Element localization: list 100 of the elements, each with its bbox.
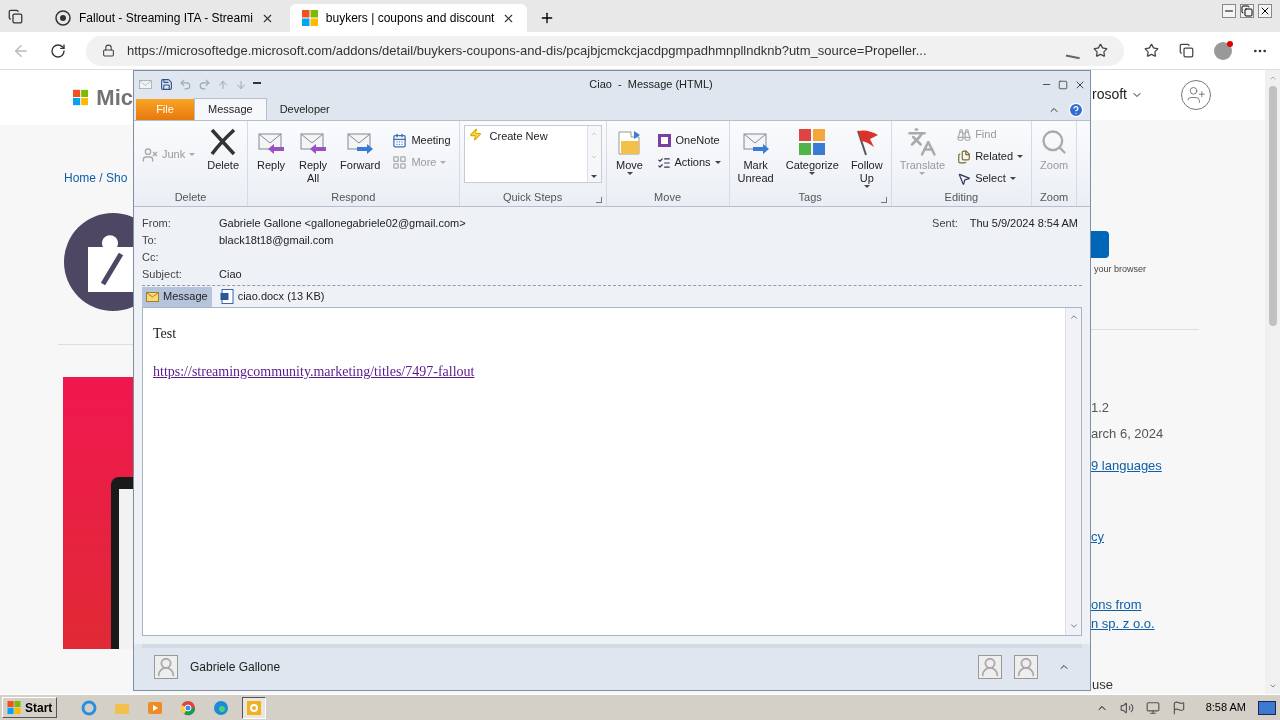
- ribbon-button[interactable]: Mark Unread: [733, 125, 778, 185]
- group-label: Editing: [944, 190, 979, 206]
- avatar-icon[interactable]: [978, 655, 1002, 679]
- body-text: Test: [153, 325, 178, 343]
- caret-icon: [863, 185, 870, 188]
- collections-icon[interactable]: [1179, 43, 1194, 58]
- launcher-icon[interactable]: [595, 197, 602, 203]
- ribbon-button[interactable]: Categorize: [781, 125, 843, 175]
- ribbon-button[interactable]: Meeting: [388, 131, 455, 150]
- group-label: Delete: [174, 190, 207, 206]
- ribbon-button[interactable]: Delete: [203, 125, 244, 172]
- lock-icon: [102, 44, 115, 57]
- ribbon-tab[interactable]: Developer: [266, 98, 343, 120]
- restore-icon[interactable]: [1240, 4, 1254, 18]
- ribbon-button[interactable]: OneNote: [652, 131, 725, 150]
- ribbon-button[interactable]: Related: [953, 147, 1028, 166]
- envelope-icon: [146, 291, 159, 302]
- minimize-icon[interactable]: [1222, 4, 1236, 18]
- field-value: Thu 5/9/2024 8:54 AM: [969, 216, 1078, 232]
- speaker-icon[interactable]: [1119, 700, 1134, 715]
- scroll-down-icon[interactable]: [1068, 621, 1079, 631]
- ribbon-button[interactable]: Follow Up: [846, 125, 887, 188]
- media-player-icon: [147, 699, 164, 716]
- field-label: Cc:: [142, 250, 160, 266]
- caret-icon: [189, 153, 196, 156]
- translate-icon: [907, 127, 938, 157]
- maximize-icon[interactable]: [1058, 79, 1068, 90]
- group-label: Respond: [331, 190, 376, 206]
- browser-tab[interactable]: Fallout - Streaming ITA - Streami: [43, 4, 286, 32]
- ribbon-button[interactable]: Reply All: [294, 125, 333, 185]
- ribbon-button[interactable]: Actions: [652, 153, 725, 172]
- person-icon: [142, 146, 158, 163]
- address-bar[interactable]: https://microsoftedge.microsoft.com/addons/detail/buykers-coupons-and-dis/pcajbjcmckcjacdpgmpadhmnpllndknb?utm_source=Propeller...: [86, 35, 1124, 66]
- attachment-tab[interactable]: ciao.docx (13 KB): [215, 286, 329, 307]
- url-text: https://microsoftedge.microsoft.com/addons/detail/buykers-coupons-and-dis/pcajbjcmckcjacdpgmpadhmnpllndknb?utm_source=Propeller...: [127, 41, 928, 60]
- zoom-icon: [1040, 128, 1069, 156]
- scroll-up-icon[interactable]: [1268, 74, 1277, 82]
- avatar-icon[interactable]: [1014, 655, 1038, 679]
- quick-step[interactable]: Create New: [464, 126, 587, 182]
- help-icon[interactable]: [1068, 102, 1084, 118]
- ribbon-button[interactable]: Select: [953, 169, 1028, 188]
- ribbon-tab[interactable]: Message: [194, 98, 267, 120]
- taskbar-app[interactable]: [242, 696, 267, 719]
- reload-icon[interactable]: [50, 42, 66, 59]
- field-label: Subject:: [142, 267, 183, 283]
- document-icon: [219, 289, 234, 304]
- browser-icon: [81, 699, 98, 716]
- clock: 8:58 AM: [1205, 700, 1246, 716]
- group-label: Move: [654, 190, 681, 206]
- account-menu[interactable]: rosoft: [1092, 84, 1143, 106]
- window-title: Ciao - Message (HTML): [588, 77, 714, 93]
- attachment-tab[interactable]: Message: [142, 286, 212, 307]
- ribbon-button[interactable]: Reply: [252, 125, 291, 172]
- checklist-icon: [656, 155, 671, 170]
- link[interactable]: cy: [1091, 527, 1104, 547]
- button-caption: your browser: [1093, 263, 1148, 277]
- start-button[interactable]: Start: [2, 697, 58, 718]
- close-icon[interactable]: [1258, 4, 1272, 18]
- contact-name: Gabriele Gallone: [190, 659, 282, 676]
- caret-icon: [440, 161, 447, 164]
- scroll-thumb[interactable]: [1268, 86, 1277, 326]
- flag-icon[interactable]: [1171, 700, 1186, 715]
- browser-icon: [180, 699, 197, 716]
- binoculars-icon: [957, 127, 972, 142]
- scroll-up-icon[interactable]: [1068, 312, 1079, 322]
- caret-icon: [714, 161, 721, 164]
- get-button[interactable]: [1091, 230, 1109, 259]
- breadcrumb: Home / Sho: [64, 170, 129, 187]
- documents-icon: [957, 149, 972, 164]
- profile-icon[interactable]: [1214, 41, 1232, 60]
- grid-icon: [392, 155, 408, 170]
- caret-icon: [809, 172, 816, 175]
- color-squares-icon: [797, 127, 828, 157]
- launcher-icon[interactable]: [880, 197, 887, 203]
- ribbon-button[interactable]: Move: [610, 125, 649, 175]
- windows-logo-icon: [7, 701, 21, 714]
- link[interactable]: https://streamingcommunity.marketing/titles/7497-fallout: [153, 361, 475, 382]
- site-icon: [55, 10, 71, 26]
- save-icon[interactable]: [160, 78, 173, 91]
- mail-app-icon: [246, 699, 263, 716]
- show-desktop-icon[interactable]: [1258, 700, 1276, 715]
- scroll-down-icon[interactable]: [1268, 682, 1277, 690]
- favorites-icon[interactable]: [1144, 43, 1159, 58]
- field-value: Gabriele Gallone <gallonegabriele02@gmail.com>: [219, 216, 466, 232]
- field-value: black18t18@gmail.com: [219, 233, 334, 249]
- tab-actions-icon[interactable]: [8, 9, 23, 24]
- link[interactable]: 9 languages: [1091, 455, 1162, 475]
- network-icon[interactable]: [1145, 700, 1160, 715]
- lightning-icon: [468, 128, 482, 141]
- detail-text: arch 6, 2024: [1091, 425, 1165, 443]
- scrollbar[interactable]: [1265, 70, 1280, 694]
- link[interactable]: ons from: [1091, 594, 1142, 614]
- browser-icon: [213, 699, 230, 716]
- avatar-icon: [154, 655, 178, 679]
- ribbon-button[interactable]: Forward: [336, 125, 385, 172]
- caret-icon: [919, 172, 926, 175]
- favorite-icon[interactable]: [1093, 43, 1108, 58]
- browser-tab[interactable]: buykers | coupons and discount: [289, 4, 528, 32]
- link[interactable]: n sp. z o.o.: [1091, 614, 1155, 634]
- scrollbar[interactable]: [1065, 308, 1081, 635]
